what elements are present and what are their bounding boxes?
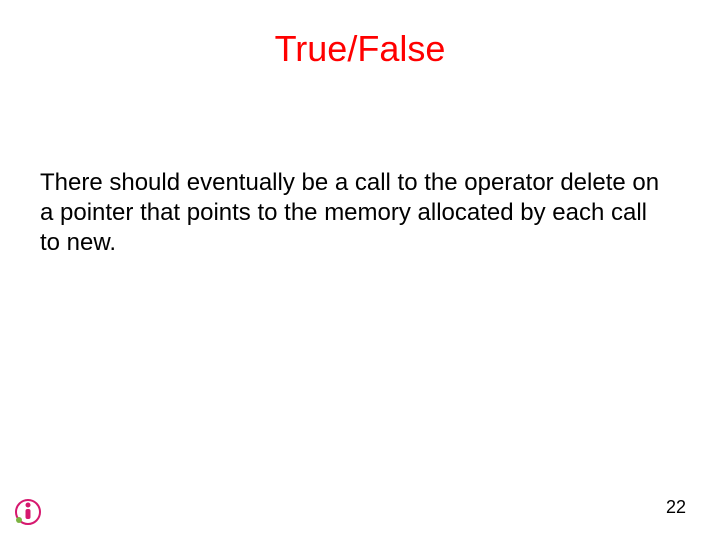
- page-number: 22: [666, 497, 686, 518]
- slide-body: There should eventually be a call to the…: [0, 70, 720, 258]
- body-paragraph: There should eventually be a call to the…: [40, 168, 660, 258]
- slide-title: True/False: [0, 0, 720, 70]
- slide-container: True/False There should eventually be a …: [0, 0, 720, 540]
- logo-icon: [14, 498, 42, 526]
